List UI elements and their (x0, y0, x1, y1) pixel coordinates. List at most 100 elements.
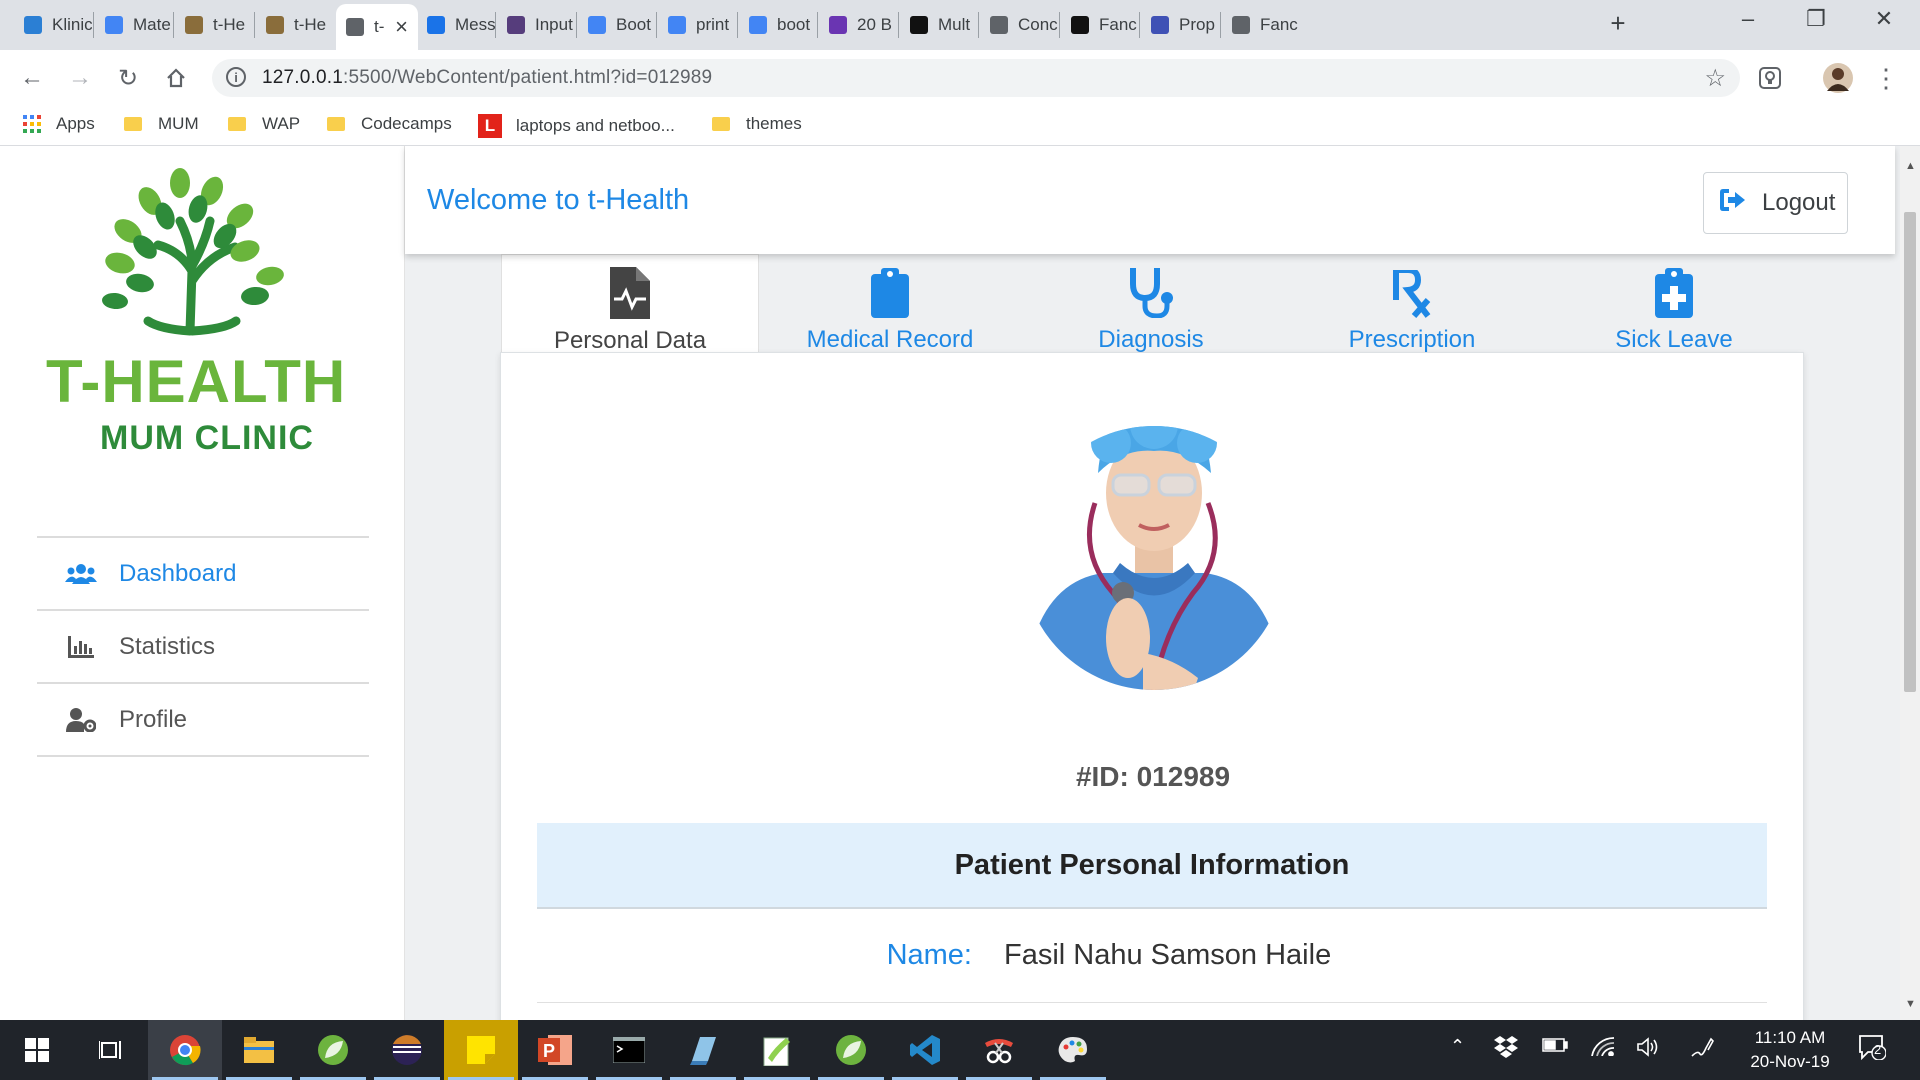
bookmark-codecamps[interactable]: Codecamps (327, 114, 452, 134)
sidebar: T-HEALTH MUM CLINIC Dashboard Statistics… (0, 146, 405, 1020)
file-medical-icon (610, 255, 650, 319)
taskbar-notepad-plus[interactable] (740, 1020, 814, 1080)
notification-icon (1859, 1035, 1887, 1061)
dropbox-icon[interactable] (1494, 1036, 1518, 1064)
close-tab-icon[interactable]: × (395, 14, 408, 40)
browser-tab[interactable]: 20 B (819, 4, 897, 46)
tray-chevron-up-icon[interactable]: ⌃ (1450, 1036, 1465, 1057)
reload-icon[interactable]: ↻ (110, 60, 146, 96)
clipboard-icon (871, 254, 909, 318)
browser-tab[interactable]: Prop (1141, 4, 1219, 46)
taskbar-vscode[interactable] (888, 1020, 962, 1080)
taskbar-powerpoint[interactable]: P (518, 1020, 592, 1080)
chrome-menu-icon[interactable]: ⋮ (1868, 60, 1904, 96)
sidebar-item-profile[interactable]: Profile (37, 682, 369, 755)
avatar-favicon (1151, 16, 1169, 34)
back-icon[interactable]: ← (14, 60, 50, 96)
taskbar-chrome[interactable] (148, 1020, 222, 1080)
patient-id: #ID: 012989 (1075, 761, 1231, 792)
browser-tab[interactable]: Fanc (1222, 4, 1300, 46)
browser-tab[interactable]: Klinic (14, 4, 92, 46)
profile-avatar[interactable] (1820, 60, 1856, 96)
taskbar-spring-tool[interactable] (296, 1020, 370, 1080)
taskbar-eclipse[interactable] (370, 1020, 444, 1080)
stethoscope-icon (1127, 254, 1175, 318)
tab-separator (254, 12, 255, 38)
scroll-up-icon[interactable]: ▲ (1905, 160, 1916, 172)
volume-icon[interactable] (1636, 1036, 1660, 1064)
windows-logo-icon (25, 1038, 49, 1062)
browser-tab[interactable]: t- × (336, 4, 418, 50)
patient-photo (1023, 403, 1285, 693)
browser-tab[interactable]: Mult (900, 4, 978, 46)
powerpoint-icon: P (538, 1035, 572, 1065)
scroll-thumb[interactable] (1904, 212, 1916, 692)
taskbar-terminal[interactable] (592, 1020, 666, 1080)
browser-tab[interactable]: Conc (980, 4, 1058, 46)
site-info-icon[interactable]: i (226, 67, 246, 87)
sidebar-item-dashboard[interactable]: Dashboard (37, 536, 369, 609)
restore-icon[interactable]: ❐ (1796, 6, 1836, 32)
taskbar-clock[interactable]: 11:10 AM 20-Nov-19 (1730, 1026, 1850, 1074)
codepen-favicon (1071, 16, 1089, 34)
address-bar[interactable]: i 127.0.0.1:5500/WebContent/patient.html… (212, 59, 1740, 97)
battery-icon[interactable] (1542, 1036, 1568, 1059)
browser-tab-label: Conc (1018, 15, 1058, 34)
action-center-button[interactable]: 2 (1858, 1034, 1887, 1066)
pen-ink-icon[interactable] (1690, 1036, 1714, 1064)
extension-bulb-icon[interactable] (1752, 60, 1788, 96)
task-view-button[interactable] (74, 1020, 148, 1080)
logout-button[interactable]: Logout (1703, 172, 1848, 234)
tab-separator (1139, 12, 1140, 38)
top-header: Welcome to t-Health Logout (405, 146, 1895, 254)
folder-icon (712, 117, 730, 131)
name-value: Fasil Nahu Samson Haile (1004, 939, 1332, 971)
minimize-icon[interactable]: – (1728, 6, 1768, 32)
url-host: 127.0.0.1 (262, 67, 344, 88)
brand-subtitle: MUM CLINIC (100, 419, 314, 457)
bookmark-themes[interactable]: themes (712, 114, 802, 134)
page-scrollbar[interactable]: ▲ ▼ (1900, 146, 1920, 1020)
scroll-down-icon[interactable]: ▼ (1905, 998, 1916, 1010)
tab-label: Diagnosis (1098, 326, 1204, 353)
sign-out-icon (1720, 188, 1746, 218)
taskbar-paint[interactable] (1036, 1020, 1110, 1080)
browser-tab[interactable]: boot (739, 4, 817, 46)
taskbar-spring-tool-2[interactable] (814, 1020, 888, 1080)
browser-tab-label: Mult (938, 15, 971, 34)
bookmark-laptops[interactable]: Llaptops and netboo... (478, 114, 675, 138)
start-button[interactable] (0, 1020, 74, 1080)
mdb-favicon (105, 16, 123, 34)
taskbar-snipping[interactable] (962, 1020, 1036, 1080)
user-cog-icon (65, 707, 97, 733)
taskbar-sticky-notes[interactable] (444, 1020, 518, 1080)
tab-label: Personal Data (553, 327, 707, 354)
browser-tab[interactable]: Fanc (1061, 4, 1139, 46)
new-tab-button[interactable]: + (1598, 8, 1638, 39)
web-page: T-HEALTH MUM CLINIC Dashboard Statistics… (0, 146, 1900, 1020)
t-health-logo[interactable]: T-HEALTH MUM CLINIC (40, 161, 370, 461)
browser-tab[interactable]: Mess (417, 4, 495, 46)
wifi-icon[interactable] (1590, 1036, 1615, 1062)
bookmark-wap[interactable]: WAP (228, 114, 300, 134)
close-window-icon[interactable]: ✕ (1864, 6, 1904, 32)
browser-tab[interactable]: Mate (95, 4, 173, 46)
tab-separator (173, 12, 174, 38)
bookmark-apps[interactable]: Apps (22, 114, 95, 134)
forward-icon[interactable]: → (62, 60, 98, 96)
sidebar-item-statistics[interactable]: Statistics (37, 609, 369, 682)
folder-icon (228, 117, 246, 131)
bookmark-mum[interactable]: MUM (124, 114, 199, 134)
tab-label: Sick Leave (1615, 326, 1733, 353)
taskbar-explorer[interactable] (222, 1020, 296, 1080)
home-icon[interactable] (158, 60, 194, 96)
browser-tab[interactable]: Input (497, 4, 575, 46)
taskbar-mysql-workbench[interactable] (666, 1020, 740, 1080)
browser-tab[interactable]: Boot (578, 4, 656, 46)
bookmark-label: laptops and netboo... (516, 116, 675, 135)
bookmark-star-icon[interactable]: ☆ (1704, 64, 1726, 93)
url-text[interactable]: 127.0.0.1:5500/WebContent/patient.html?i… (262, 67, 712, 89)
browser-tab[interactable]: t-He (256, 4, 334, 46)
browser-tab[interactable]: print (658, 4, 736, 46)
browser-tab[interactable]: t-He (175, 4, 253, 46)
